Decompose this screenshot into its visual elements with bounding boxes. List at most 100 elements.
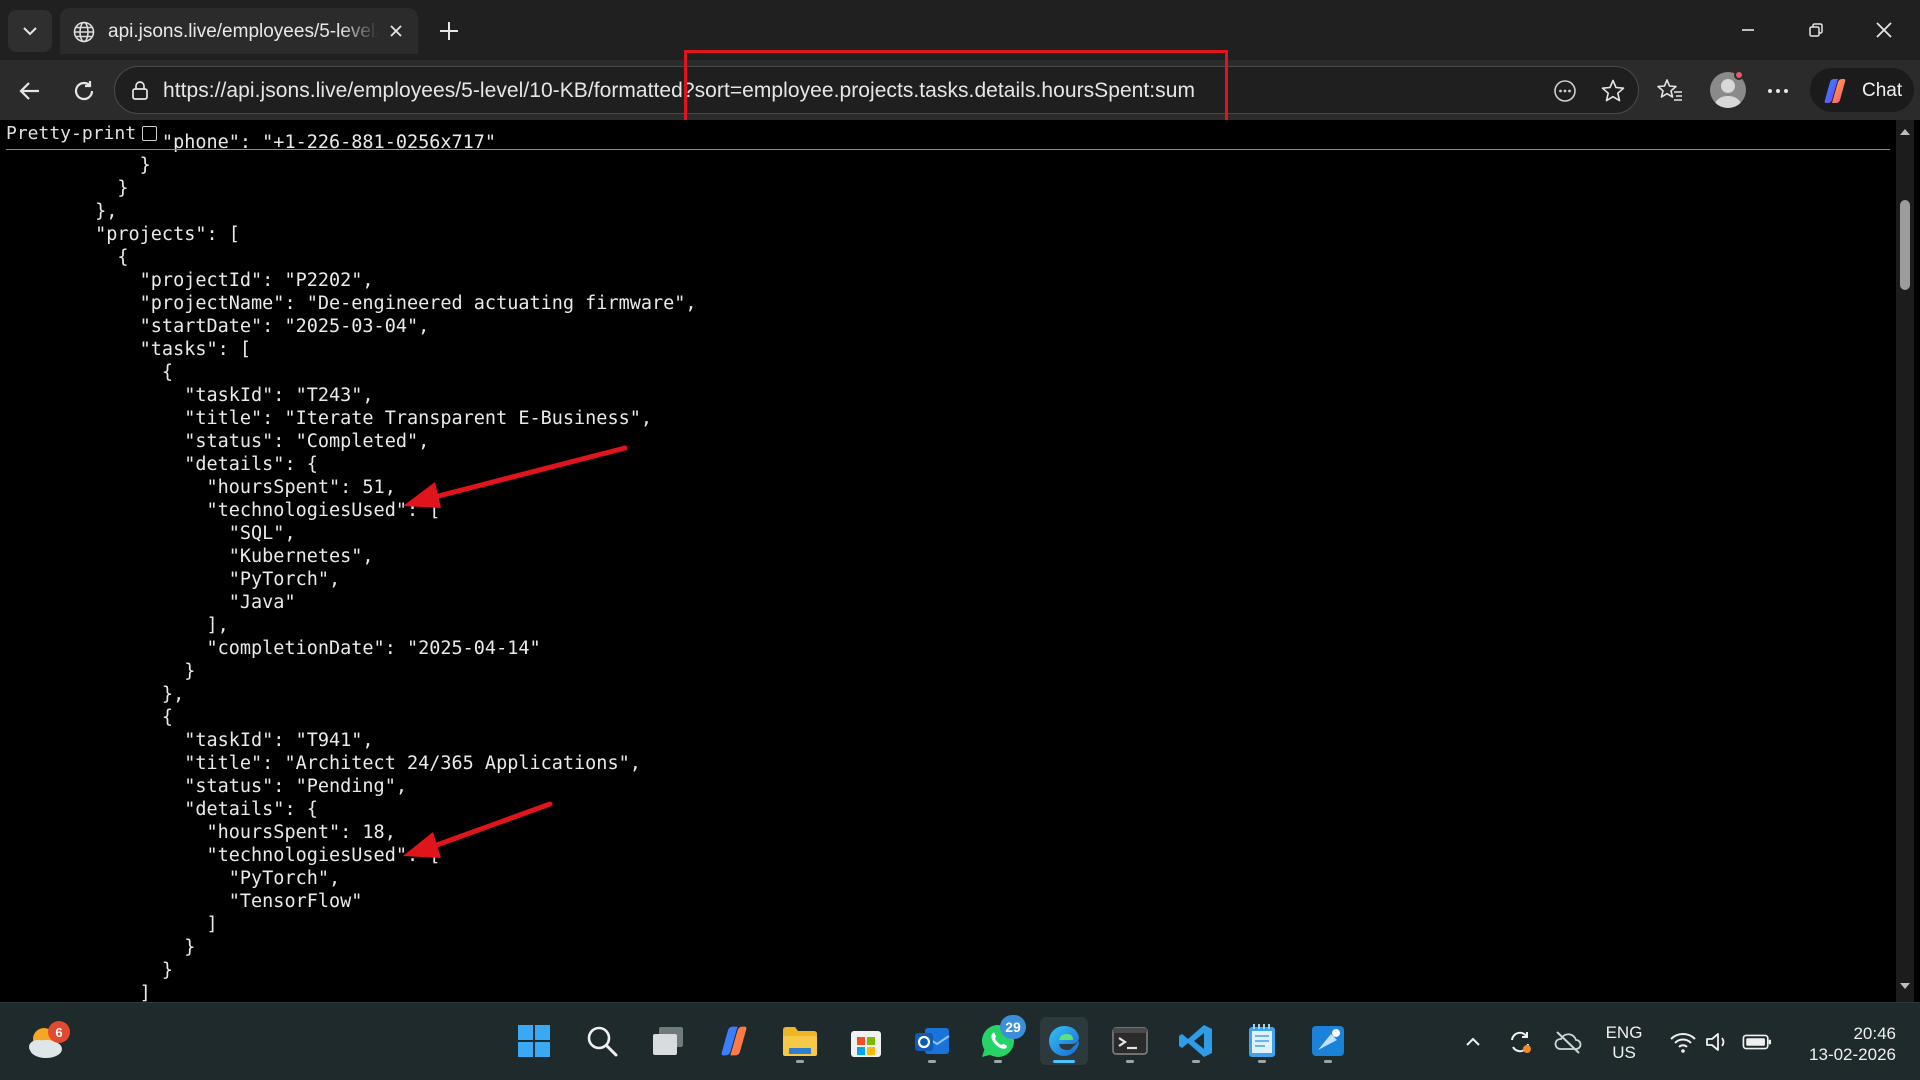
- cloud-off-icon: [1554, 1031, 1582, 1054]
- start-button[interactable]: [510, 1017, 558, 1065]
- taskbar-clock[interactable]: 20:46 13-02-2026: [1790, 1023, 1896, 1065]
- json-line: ],: [6, 615, 229, 636]
- pretty-print-control[interactable]: Pretty-print: [6, 123, 162, 144]
- favorites-button[interactable]: [1650, 71, 1690, 111]
- json-line: {: [6, 707, 174, 728]
- scroll-up-arrow-icon[interactable]: [1899, 126, 1911, 138]
- json-line: "details": {: [6, 454, 318, 475]
- restore-icon: [1809, 23, 1823, 37]
- taskbar-snipping-tool[interactable]: [1304, 1017, 1352, 1065]
- tray-volume-button[interactable]: [1702, 1027, 1732, 1057]
- refresh-button[interactable]: [64, 71, 104, 111]
- windows-icon: [518, 1025, 550, 1057]
- json-line: "completionDate": "2025-04-14": [6, 638, 541, 659]
- json-line: "Kubernetes",: [6, 546, 374, 567]
- taskbar-notepad[interactable]: [1238, 1017, 1286, 1065]
- task-view-icon: [653, 1027, 683, 1055]
- snipping-tool-icon: [1312, 1026, 1344, 1056]
- refresh-icon: [74, 81, 94, 101]
- running-indicator: [1324, 1060, 1332, 1063]
- globe-icon: [73, 21, 95, 43]
- json-line: "taskId": "T941",: [6, 730, 374, 751]
- json-line: "title": "Iterate Transparent E-Business…: [6, 408, 653, 429]
- pretty-print-divider: [6, 149, 1890, 150]
- json-line: "hoursSpent": 18,: [6, 822, 396, 843]
- json-line: "details": {: [6, 799, 318, 820]
- tab-strip: api.jsons.live/employees/5-level/10-KB/f…: [0, 0, 1920, 60]
- json-viewer: "phone": "+1-226-881-0256x717" } } }, "p…: [0, 120, 1920, 1002]
- new-tab-button[interactable]: [432, 14, 466, 48]
- json-line: }: [6, 937, 196, 958]
- show-hidden-icons-button[interactable]: [1458, 1027, 1488, 1057]
- notepad-icon: [1249, 1024, 1275, 1057]
- json-line: "tasks": [: [6, 339, 252, 360]
- restore-button[interactable]: [1786, 8, 1846, 52]
- tray-battery-button[interactable]: [1742, 1027, 1772, 1057]
- settings-more-button[interactable]: [1758, 71, 1798, 111]
- weather-badge: 6: [48, 1021, 70, 1043]
- minimize-icon: [1742, 29, 1754, 31]
- lock-icon: [132, 81, 148, 100]
- pretty-print-label: Pretty-print: [6, 123, 137, 144]
- json-line: "taskId": "T243",: [6, 385, 374, 406]
- address-bar[interactable]: https://api.jsons.live/employees/5-level…: [114, 66, 1639, 114]
- arrow-left-icon: [19, 82, 39, 100]
- read-aloud-button[interactable]: [1551, 77, 1579, 105]
- browser-toolbar: https://api.jsons.live/employees/5-level…: [0, 60, 1920, 120]
- minimize-button[interactable]: [1718, 8, 1778, 52]
- copilot-chat-button[interactable]: Chat: [1810, 68, 1914, 112]
- terminal-icon: [1112, 1027, 1148, 1055]
- browser-tab[interactable]: api.jsons.live/employees/5-level/10-KB/f…: [60, 8, 418, 54]
- pretty-print-checkbox[interactable]: [142, 126, 158, 141]
- windows-taskbar: 6 29 ENG US 20:46 13-02-2026: [0, 1002, 1920, 1080]
- url-text: https://api.jsons.live/employees/5-level…: [163, 79, 1195, 103]
- taskbar-vscode[interactable]: [1172, 1017, 1220, 1065]
- search-button[interactable]: [578, 1017, 626, 1065]
- clock-time: 20:46: [1853, 1024, 1896, 1043]
- taskbar-terminal[interactable]: [1106, 1017, 1154, 1065]
- scroll-down-arrow-icon[interactable]: [1899, 980, 1911, 992]
- search-icon: [587, 1026, 618, 1057]
- scrollbar-thumb[interactable]: [1900, 200, 1910, 290]
- favorite-star-button[interactable]: [1599, 77, 1627, 105]
- running-indicator: [1258, 1060, 1266, 1063]
- json-line: },: [6, 684, 185, 705]
- back-button[interactable]: [10, 71, 50, 111]
- close-window-button[interactable]: [1854, 8, 1914, 52]
- json-line: "TensorFlow": [6, 891, 363, 912]
- folder-icon: [783, 1027, 817, 1056]
- close-icon: [390, 25, 402, 37]
- json-line: },: [6, 201, 118, 222]
- json-line: }: [6, 960, 174, 981]
- language-code: ENG: [1605, 1023, 1643, 1042]
- taskbar-whatsapp[interactable]: 29: [974, 1015, 1026, 1065]
- tab-title: api.jsons.live/employees/5-level/10-KB/f…: [108, 21, 378, 42]
- tab-close-button[interactable]: [384, 19, 408, 43]
- json-line: "technologiesUsed": [: [6, 500, 441, 521]
- tab-actions-menu-button[interactable]: [8, 10, 52, 52]
- task-view-button[interactable]: [644, 1017, 692, 1065]
- star-icon: [1601, 79, 1625, 102]
- json-line: "PyTorch",: [6, 569, 341, 590]
- taskbar-copilot[interactable]: [710, 1017, 758, 1065]
- taskbar-file-explorer[interactable]: [776, 1017, 824, 1065]
- running-indicator: [796, 1060, 804, 1063]
- input-language-indicator[interactable]: ENG US: [1592, 1023, 1656, 1063]
- ellipsis-icon: [1768, 89, 1788, 93]
- taskbar-microsoft-store[interactable]: [842, 1017, 890, 1065]
- taskbar-outlook[interactable]: [908, 1017, 956, 1065]
- json-line: "projects": [: [6, 224, 240, 245]
- vscode-icon: [1179, 1025, 1212, 1057]
- json-line: }: [6, 661, 196, 682]
- vertical-scrollbar[interactable]: [1896, 120, 1914, 1002]
- tray-sync-icon-button[interactable]: [1505, 1027, 1535, 1057]
- json-line: ]: [6, 983, 151, 1002]
- wifi-icon: [1670, 1033, 1696, 1053]
- json-line: "SQL",: [6, 523, 296, 544]
- json-line: "projectName": "De-engineered actuating …: [6, 293, 697, 314]
- json-line: "status": "Pending",: [6, 776, 407, 797]
- json-line: "technologiesUsed": [: [6, 845, 441, 866]
- taskbar-edge[interactable]: [1040, 1017, 1088, 1065]
- tray-wifi-button[interactable]: [1668, 1027, 1698, 1057]
- tray-onedrive-button[interactable]: [1553, 1027, 1583, 1057]
